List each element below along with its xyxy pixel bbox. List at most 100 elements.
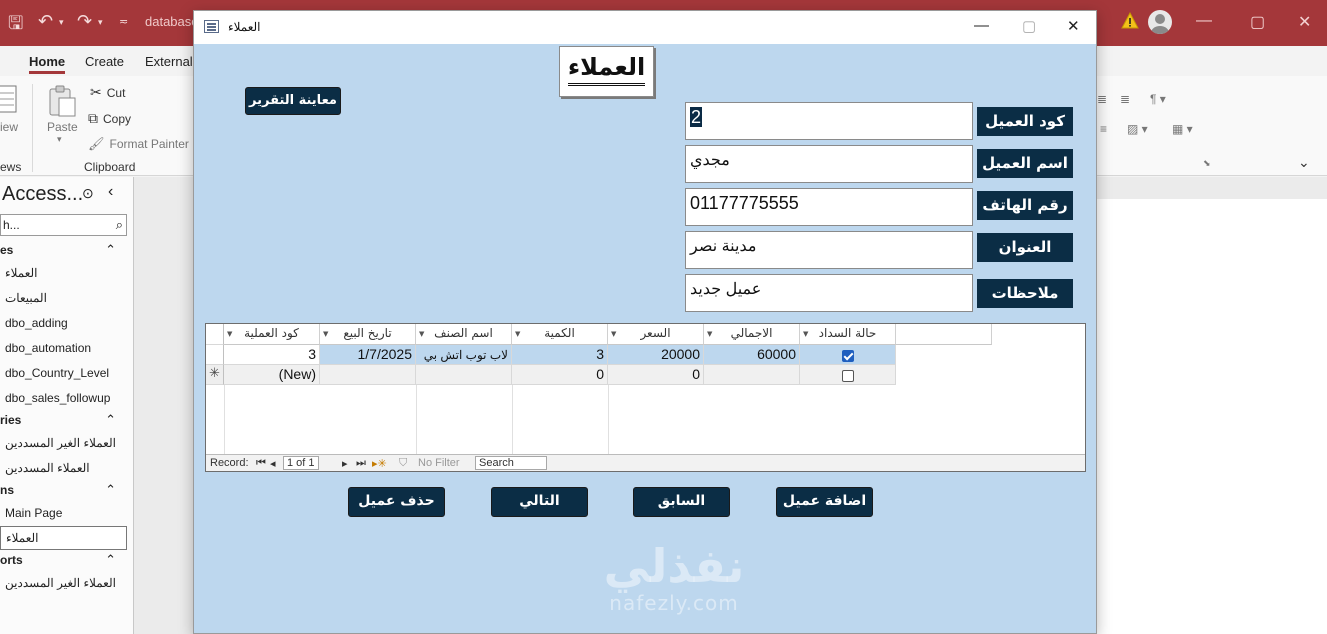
price-cell[interactable]: 0 (608, 365, 704, 385)
paste-button[interactable]: Paste (47, 120, 78, 134)
collapse-chevron-icon[interactable]: ⌃ (105, 482, 116, 498)
paid-checkbox-cell[interactable] (800, 365, 896, 385)
sale-date-cell[interactable] (320, 365, 416, 385)
operation-code-cell[interactable]: 3 (224, 345, 320, 365)
nav-item-table[interactable]: dbo_Country_Level (5, 366, 130, 380)
minimize-app-icon[interactable]: — (1196, 12, 1212, 30)
column-header-quantity[interactable]: ▼ الكمية (512, 324, 608, 345)
collapse-chevron-icon[interactable]: ⌃ (105, 242, 116, 258)
customer-code-input[interactable]: 2 (685, 102, 973, 140)
nav-item-query[interactable]: العملاء الغير المسددين (5, 436, 130, 450)
report-preview-button[interactable]: معاينة التقرير (245, 87, 341, 115)
previous-record-icon[interactable]: ◂ (270, 457, 276, 470)
column-header-total[interactable]: ▼ الاجمالي (704, 324, 800, 345)
paid-checkbox-cell[interactable] (800, 345, 896, 365)
sale-date-cell[interactable]: 1/7/2025 (320, 345, 416, 365)
close-app-icon[interactable]: ✕ (1298, 12, 1311, 32)
nav-search-input[interactable]: h... ⌕ (0, 214, 127, 236)
last-record-icon[interactable]: ⏭ (356, 457, 366, 470)
nav-menu-icon[interactable]: ⊙ (82, 185, 94, 202)
paid-checkbox[interactable] (841, 350, 854, 363)
warning-icon[interactable] (1121, 12, 1139, 30)
column-header-operation-code[interactable]: ▼ كود العملية (224, 324, 320, 345)
search-icon[interactable]: ⌕ (116, 217, 123, 233)
cut-button[interactable]: ✂ Cut (90, 84, 125, 101)
quantity-cell[interactable]: 3 (512, 345, 608, 365)
nav-section-tables[interactable]: es ⌃ (0, 242, 130, 258)
fill-color-icon[interactable]: ▨ ▾ (1127, 122, 1148, 136)
nav-collapse-icon[interactable]: ‹ (108, 183, 113, 201)
current-record-input[interactable]: 1 of 1 (283, 456, 319, 470)
nav-item-table[interactable]: العملاء (5, 266, 130, 280)
no-filter-label[interactable]: No Filter (418, 457, 460, 469)
column-header-item-name[interactable]: ▼ اسم الصنف (416, 324, 512, 345)
nav-item-report[interactable]: العملاء الغير المسددين (5, 576, 130, 590)
close-icon[interactable]: ✕ (1067, 17, 1080, 35)
select-all-corner[interactable] (206, 324, 224, 345)
redo-dropdown-icon[interactable]: ▾ (98, 17, 103, 28)
save-icon[interactable]: 🖫 (8, 11, 23, 41)
nav-item-table[interactable]: dbo_sales_followup (5, 391, 130, 405)
previous-button[interactable]: السابق (633, 487, 730, 517)
dialog-launcher-icon[interactable]: ⬊ (1203, 158, 1211, 169)
indent-icon[interactable]: ≣ (1097, 92, 1107, 106)
total-cell[interactable]: 60000 (704, 345, 800, 365)
new-record-icon[interactable]: ✳ (206, 365, 224, 385)
paste-icon[interactable] (46, 84, 78, 118)
quantity-cell[interactable]: 0 (512, 365, 608, 385)
price-cell[interactable]: 20000 (608, 345, 704, 365)
redo-icon[interactable]: ↷ (77, 11, 92, 32)
first-record-icon[interactable]: ⏮ (256, 457, 266, 470)
view-icon[interactable] (0, 84, 18, 114)
maximize-icon[interactable]: ▢ (1022, 17, 1036, 35)
view-label[interactable]: iew (0, 120, 18, 134)
collapse-chevron-icon[interactable]: ⌃ (105, 412, 116, 428)
align-icon[interactable]: ≡ (1100, 122, 1107, 136)
operation-code-cell[interactable]: (New) (224, 365, 320, 385)
nav-item-query[interactable]: العملاء المسددين (5, 461, 130, 475)
copy-button[interactable]: ⧉ Copy (88, 110, 131, 127)
column-header-sale-date[interactable]: ▼ تاريخ البيع (320, 324, 416, 345)
total-cell[interactable] (704, 365, 800, 385)
row-selector[interactable] (206, 345, 224, 365)
nav-pane-title[interactable]: Access... (2, 183, 83, 206)
undo-dropdown-icon[interactable]: ▾ (59, 17, 64, 28)
ribbon-collapse-icon[interactable]: ⌄ (1298, 154, 1310, 171)
nav-item-table[interactable]: dbo_automation (5, 341, 130, 355)
nav-section-reports[interactable]: orts ⌃ (0, 552, 130, 567)
notes-input[interactable]: عميل جديد (685, 274, 973, 312)
column-header-paid-status[interactable]: ▼ حالة السداد (800, 324, 896, 345)
new-record-nav-icon[interactable]: ▸✳ (372, 457, 387, 470)
gridlines-icon[interactable]: ▦ ▾ (1172, 122, 1193, 136)
undo-icon[interactable]: ↶ (38, 11, 53, 32)
restore-app-icon[interactable]: ▢ (1250, 12, 1265, 32)
add-customer-button[interactable]: اضافة عميل (776, 487, 873, 517)
user-avatar-icon[interactable] (1148, 10, 1172, 34)
paste-dropdown-icon[interactable]: ▾ (57, 134, 62, 145)
column-header-price[interactable]: ▼ السعر (608, 324, 704, 345)
nav-item-form[interactable]: Main Page (5, 506, 130, 520)
next-record-icon[interactable]: ▸ (342, 457, 348, 470)
item-name-cell[interactable] (416, 365, 512, 385)
format-painter-button[interactable]: 🖌 Format Painter (88, 136, 189, 152)
address-input[interactable]: مدينة نصر (685, 231, 973, 269)
phone-input[interactable]: 01177775555 (685, 188, 973, 226)
next-button[interactable]: التالي (491, 487, 588, 517)
tab-home[interactable]: Home (29, 54, 66, 74)
outdent-icon[interactable]: ≣ (1120, 92, 1130, 106)
paid-checkbox[interactable] (841, 370, 854, 383)
grid-search-input[interactable]: Search (475, 456, 547, 470)
nav-section-forms[interactable]: ns ⌃ (0, 482, 130, 498)
customer-name-input[interactable]: مجدي (685, 145, 973, 183)
nav-item-table[interactable]: المبيعات (5, 291, 130, 305)
nav-item-form-selected[interactable]: العملاء (0, 526, 127, 550)
nav-section-queries[interactable]: ries ⌃ (0, 412, 130, 428)
nav-item-table[interactable]: dbo_adding (5, 316, 130, 330)
item-name-cell[interactable]: لاب توب اتش بي (416, 345, 512, 365)
paragraph-icon[interactable]: ¶ ▾ (1150, 92, 1166, 106)
delete-customer-button[interactable]: حذف عميل (348, 487, 445, 517)
tab-create[interactable]: Create (85, 54, 124, 69)
tab-external[interactable]: External (145, 54, 193, 69)
filter-icon[interactable]: ⛉ (399, 457, 407, 470)
customize-toolbar-icon[interactable]: ≂ (119, 15, 128, 28)
